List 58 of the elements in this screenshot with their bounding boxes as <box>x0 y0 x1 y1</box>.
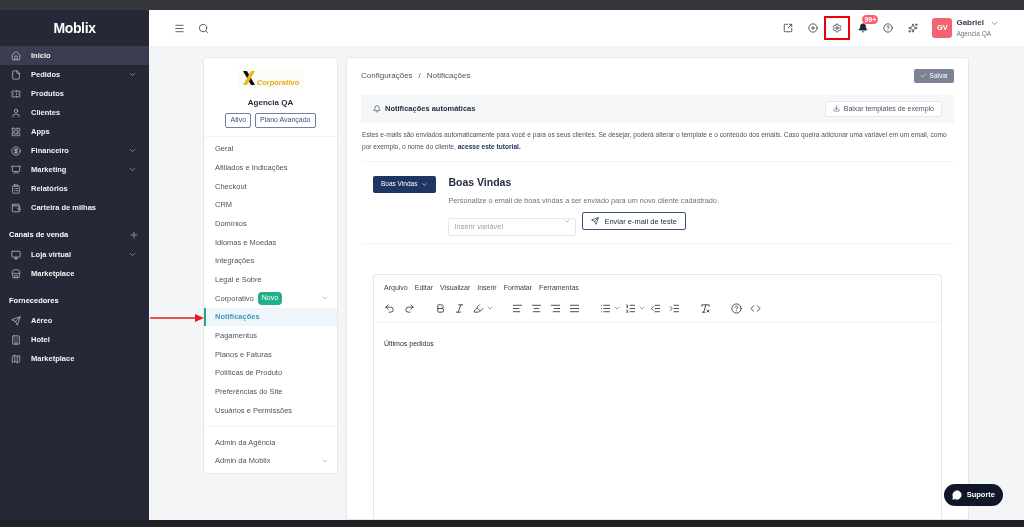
dollar-icon <box>11 145 21 156</box>
align-center-icon[interactable] <box>531 302 542 314</box>
highlight-color-icon[interactable] <box>473 302 484 314</box>
chevron-icon <box>128 146 137 155</box>
user-icon <box>11 107 21 118</box>
user-name: Gabriel <box>956 17 984 30</box>
store-icon <box>11 268 21 279</box>
map-icon <box>11 353 21 364</box>
outdent-icon[interactable] <box>650 302 661 314</box>
wallet-icon <box>11 202 21 213</box>
bold-icon[interactable] <box>435 302 446 314</box>
breadcrumb-current: Notificações <box>426 69 471 82</box>
code-icon[interactable] <box>750 302 761 314</box>
chevron-icon <box>128 70 137 79</box>
grid-icon <box>11 126 21 137</box>
external-link-icon[interactable] <box>783 23 794 33</box>
menu-icon[interactable] <box>174 22 185 34</box>
ticket-icon <box>11 88 21 99</box>
bell-icon <box>373 104 381 113</box>
bell-icon[interactable] <box>858 23 869 33</box>
clear-formatting-icon[interactable] <box>700 302 711 314</box>
undo-icon[interactable] <box>384 302 395 314</box>
redo-icon[interactable] <box>404 302 415 314</box>
bullet-list-icon[interactable] <box>600 302 611 314</box>
chat-bubble-icon <box>951 490 962 500</box>
send-icon <box>591 217 600 226</box>
indent-icon[interactable] <box>669 302 680 314</box>
italic-icon[interactable] <box>454 302 465 314</box>
presentation-icon <box>11 164 21 175</box>
align-justify-icon[interactable] <box>569 302 580 314</box>
sparkles-icon[interactable] <box>908 23 919 33</box>
breadcrumb-separator: / <box>418 69 421 82</box>
add-icon[interactable] <box>129 230 139 240</box>
settings-icon[interactable] <box>832 23 843 33</box>
align-left-icon[interactable] <box>512 302 523 314</box>
template-title: Boas Vindas <box>448 174 513 190</box>
pointer-arrow <box>150 313 205 323</box>
chevron-icon <box>421 180 429 188</box>
monitor-icon <box>11 249 21 260</box>
chevron-icon <box>128 165 137 174</box>
help-icon[interactable] <box>883 23 894 33</box>
add-icon[interactable] <box>808 23 819 33</box>
document-icon <box>11 69 21 80</box>
breadcrumb-link[interactable]: Configurações <box>361 69 413 82</box>
logo: Moblix <box>53 18 96 38</box>
download-icon <box>832 105 840 113</box>
company-name: Agencia QA <box>247 97 294 109</box>
chevron-icon <box>128 250 137 259</box>
building-icon <box>11 334 21 345</box>
plane-icon <box>11 315 21 326</box>
numbered-list-icon[interactable] <box>625 302 636 314</box>
search-icon[interactable] <box>198 22 209 34</box>
align-right-icon[interactable] <box>550 302 561 314</box>
clipboard-icon <box>11 183 21 194</box>
help-icon[interactable] <box>731 302 742 314</box>
home-icon <box>11 50 21 61</box>
check-icon <box>919 72 927 80</box>
x-logo-icon <box>241 70 256 86</box>
